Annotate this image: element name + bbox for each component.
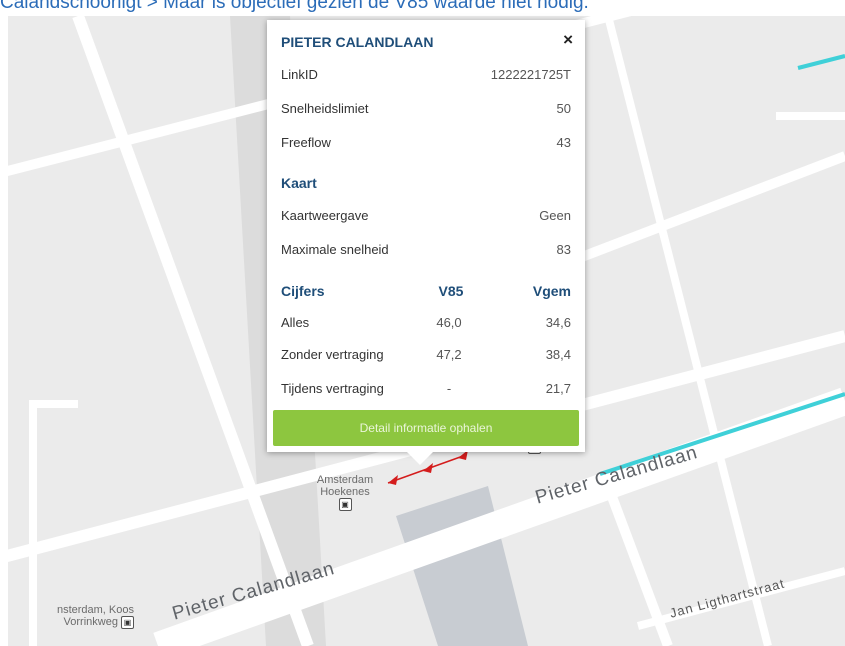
train-station-icon: ▣ [338,498,352,511]
cijfers-row-zonder-vertraging: Zonder vertraging 47,2 38,4 [281,347,571,365]
info-value: 50 [556,101,571,116]
poi-amsterdam-hoekenes[interactable]: Amsterdam Hoekenes ▣ [308,474,382,511]
section-heading-kaart: Kaart [281,175,317,191]
link-arrow-marker [388,475,398,485]
info-value: 43 [556,135,571,150]
link-info-popup: PIETER CALANDLAAN × LinkID 1222221725T S… [267,20,585,465]
train-station-icon: ▣ [121,616,134,629]
info-value: 1222221725T [490,67,571,82]
kaart-row-maximale-snelheid: Maximale snelheid 83 [281,242,571,260]
cijfers-row-tijdens-vertraging: Tijdens vertraging - 21,7 [281,381,571,399]
column-header-vgem: Vgem [532,283,571,299]
detail-info-button[interactable]: Detail informatie ophalen [273,410,579,446]
kaart-value: 83 [556,242,571,257]
info-label: Freeflow [281,135,331,150]
cijfers-row-alles: Alles 46,0 34,6 [281,315,571,333]
cijfers-v85-value: 46,0 [436,315,462,330]
info-label: Snelheidslimiet [281,101,369,116]
info-label: LinkID [281,67,318,82]
info-row-freeflow: Freeflow 43 [281,135,571,153]
cijfers-vgem-value: 34,6 [545,315,571,330]
info-row-linkid: LinkID 1222221725T [281,67,571,85]
cijfers-label: Zonder vertraging [281,347,384,362]
kaart-row-kaartweergave: Kaartweergave Geen [281,208,571,226]
poi-label-line2: Vorrinkweg [63,616,118,628]
cijfers-label: Tijdens vertraging [281,381,384,396]
info-row-snelheidslimiet: Snelheidslimiet 50 [281,101,571,119]
kaart-label: Maximale snelheid [281,242,389,257]
kaart-label: Kaartweergave [281,208,369,223]
cijfers-vgem-value: 21,7 [545,381,571,396]
kaart-value: Geen [539,208,571,223]
cijfers-v85-value: - [446,381,452,396]
map-highlight-segment[interactable] [797,54,845,70]
cijfers-vgem-value: 38,4 [545,347,571,362]
popup-title: PIETER CALANDLAAN [281,34,434,50]
cijfers-v85-value: 47,2 [436,347,462,362]
poi-label-line1: Amsterdam [316,474,374,486]
caption-text: Calandschoorligt > Maar is objectief gez… [0,0,589,13]
poi-label-line1: nsterdam, Koos [56,604,134,616]
column-header-v85: V85 [438,283,464,299]
poi-amsterdam-koos-vorrinkweg[interactable]: nsterdam, Koos Vorrinkweg ▣ [8,604,134,629]
section-heading-cijfers: Cijfers [281,283,325,299]
cijfers-label: Alles [281,315,310,330]
poi-label-line2: Hoekenes [320,486,370,498]
close-icon[interactable]: × [563,30,573,50]
cijfers-header-row: Cijfers V85 Vgem [281,283,571,303]
